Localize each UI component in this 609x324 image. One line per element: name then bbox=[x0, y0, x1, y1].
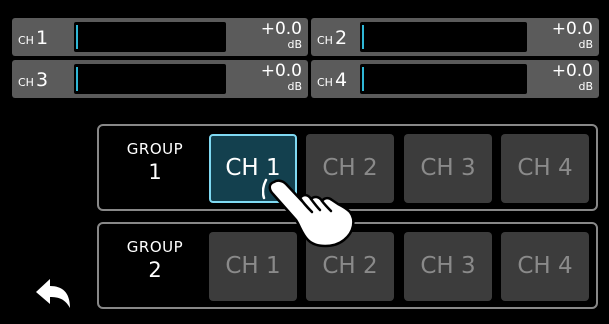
meter-1-number: 1 bbox=[35, 27, 49, 49]
pointing-hand-icon bbox=[262, 178, 355, 248]
meter-4-bar bbox=[360, 64, 527, 94]
meter-3-unit: dB bbox=[287, 80, 302, 93]
channel-meter-2: CH 2 +0.0 dB bbox=[311, 18, 599, 56]
group-1-ch4-button[interactable]: CH 4 bbox=[501, 134, 589, 203]
group-2-ch3-button[interactable]: CH 3 bbox=[404, 232, 492, 301]
meter-2-level bbox=[362, 25, 364, 49]
group-1-number: 1 bbox=[148, 160, 162, 184]
group-2-title: GROUP bbox=[126, 238, 184, 256]
channel-meter-4: CH 4 +0.0 dB bbox=[311, 60, 599, 98]
meter-4-value: +0.0 bbox=[551, 61, 593, 81]
group-2-ch4-button[interactable]: CH 4 bbox=[501, 232, 589, 301]
meter-2-value: +0.0 bbox=[551, 19, 593, 39]
meter-3-number: 3 bbox=[35, 69, 49, 91]
meter-1-bar bbox=[74, 22, 226, 52]
meter-4-prefix: CH bbox=[317, 76, 333, 89]
channel-meter-1: CH 1 +0.0 dB bbox=[12, 18, 308, 56]
group-1-ch3-button[interactable]: CH 3 bbox=[404, 134, 492, 203]
meter-3-prefix: CH bbox=[18, 76, 34, 89]
meter-1-level bbox=[76, 25, 78, 49]
group-1-title: GROUP bbox=[126, 140, 184, 158]
meter-4-unit: dB bbox=[578, 80, 593, 93]
meter-3-value: +0.0 bbox=[260, 61, 302, 81]
meter-2-number: 2 bbox=[334, 27, 348, 49]
meter-2-bar bbox=[360, 22, 527, 52]
group-1-label: GROUP 1 bbox=[107, 126, 203, 209]
back-arrow-icon bbox=[36, 279, 70, 308]
meter-1-prefix: CH bbox=[18, 34, 34, 47]
mixer-screen: CH 1 +0.0 dB CH 2 +0.0 dB CH 3 +0.0 dB CH 4 +0.… bbox=[0, 0, 609, 324]
meter-3-level bbox=[76, 67, 78, 91]
meter-1-unit: dB bbox=[287, 38, 302, 51]
back-button[interactable] bbox=[33, 273, 75, 315]
meter-2-unit: dB bbox=[578, 38, 593, 51]
meter-2-prefix: CH bbox=[317, 34, 333, 47]
meter-4-number: 4 bbox=[334, 69, 348, 91]
meter-4-level bbox=[362, 67, 364, 91]
meter-3-bar bbox=[74, 64, 226, 94]
group-2-number: 2 bbox=[148, 258, 162, 282]
meter-1-value: +0.0 bbox=[260, 19, 302, 39]
group-2-label: GROUP 2 bbox=[107, 224, 203, 307]
channel-meter-3: CH 3 +0.0 dB bbox=[12, 60, 308, 98]
